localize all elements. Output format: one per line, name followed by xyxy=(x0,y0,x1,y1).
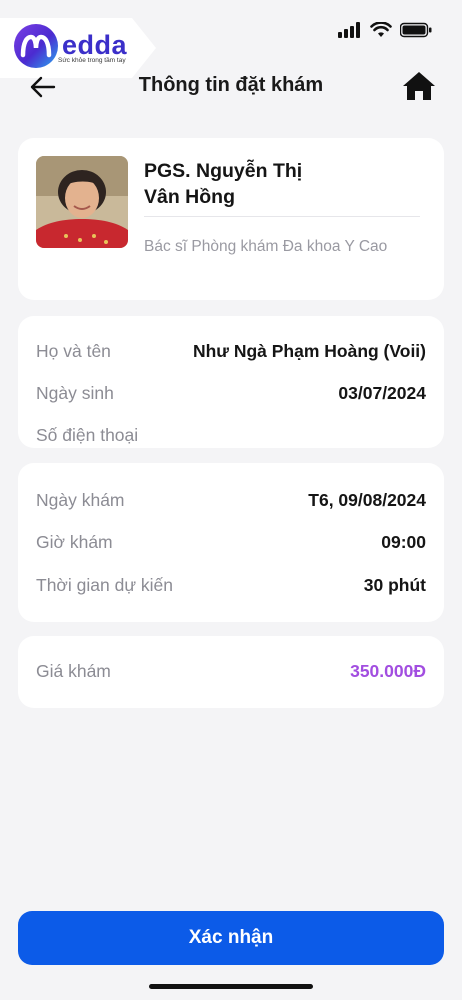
dob-label: Ngày sinh xyxy=(36,382,114,403)
logo-m-mark xyxy=(14,24,58,68)
exam-date-row: Ngày khám T6, 09/08/2024 xyxy=(36,487,426,513)
doctor-name-line2: Vân Hồng xyxy=(144,186,235,208)
home-indicator xyxy=(149,984,313,989)
exam-time-value: 09:00 xyxy=(381,531,426,552)
exam-time-label: Giờ khám xyxy=(36,531,113,552)
exam-date-value: T6, 09/08/2024 xyxy=(308,489,426,510)
appointment-info-card: Ngày khám T6, 09/08/2024 Giờ khám 09:00 … xyxy=(18,463,444,622)
doctor-clinic: Bác sĩ Phòng khám Đa khoa Y Cao xyxy=(144,238,388,255)
exam-time-row: Giờ khám 09:00 xyxy=(36,529,426,555)
dob-row: Ngày sinh 03/07/2024 xyxy=(36,380,426,406)
price-row: Giá khám 350.000Đ xyxy=(36,658,426,684)
duration-value: 30 phút xyxy=(363,574,426,595)
patient-name-row: Họ và tên Như Ngà Phạm Hoàng (Voii) xyxy=(36,338,426,364)
home-icon xyxy=(403,72,435,100)
exam-date-label: Ngày khám xyxy=(36,489,125,510)
doctor-avatar xyxy=(36,156,128,248)
header: Thông tin đặt khám xyxy=(0,66,462,106)
doctor-card[interactable]: PGS. Nguyễn Thị Vân Hồng Bác sĩ Phòng kh… xyxy=(18,138,444,300)
page-title: Thông tin đặt khám xyxy=(138,74,324,96)
patient-info-card: Họ và tên Như Ngà Phạm Hoàng (Voii) Ngày… xyxy=(18,316,444,448)
doctor-name: PGS. Nguyễn Thị Vân Hồng xyxy=(144,158,344,210)
doctor-name-line1: PGS. Nguyễn Thị xyxy=(144,160,303,182)
patient-name-label: Họ và tên xyxy=(36,340,111,361)
price-label: Giá khám xyxy=(36,660,111,681)
status-bar: edda Sức khỏe trong tầm tay xyxy=(0,0,462,78)
battery-icon xyxy=(400,22,432,38)
price-card: Giá khám 350.000Đ xyxy=(18,636,444,708)
price-value: 350.000Đ xyxy=(350,660,426,681)
duration-row: Thời gian dự kiến 30 phút xyxy=(36,572,426,598)
duration-label: Thời gian dự kiến xyxy=(36,574,174,595)
signal-icon xyxy=(338,22,360,38)
wifi-icon xyxy=(370,22,392,37)
dob-value: 03/07/2024 xyxy=(338,382,426,403)
phone-label: Số điện thoại xyxy=(36,424,139,445)
logo-tagline: Sức khỏe trong tầm tay xyxy=(58,57,126,64)
status-icons xyxy=(338,22,432,38)
phone-row: Số điện thoại xyxy=(36,422,426,448)
confirm-button[interactable]: Xác nhận xyxy=(18,911,444,965)
home-button[interactable] xyxy=(402,70,436,102)
patient-name-value: Như Ngà Phạm Hoàng (Voii) xyxy=(192,340,426,361)
divider xyxy=(144,216,420,217)
